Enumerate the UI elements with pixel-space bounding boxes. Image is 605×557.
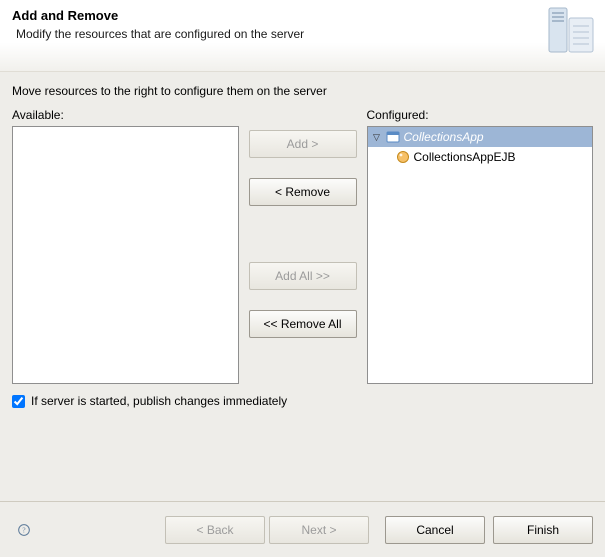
help-icon: ? [18,521,30,539]
dialog-content: Move resources to the right to configure… [0,72,605,420]
dialog-header: Add and Remove Modify the resources that… [0,0,605,72]
tree-item-child-label: CollectionsAppEJB [414,150,516,164]
ear-module-icon [386,130,400,144]
dialog-footer: ? < Back Next > Cancel Finish [0,501,605,557]
tree-item-root-label: CollectionsApp [404,130,484,144]
tree-item-child[interactable]: CollectionsAppEJB [368,147,593,167]
help-button[interactable]: ? [12,518,36,542]
dialog-subtitle: Modify the resources that are configured… [16,27,593,41]
configured-tree[interactable]: ▽ CollectionsApp [367,126,594,384]
publish-checkbox[interactable] [12,395,25,408]
instruction-text: Move resources to the right to configure… [12,84,593,98]
add-all-button[interactable]: Add All >> [249,262,357,290]
server-banner-icon [545,6,597,61]
svg-text:?: ? [22,525,25,534]
ejb-module-icon [396,150,410,164]
available-label: Available: [12,108,239,122]
publish-checkbox-label: If server is started, publish changes im… [31,394,287,408]
remove-button[interactable]: < Remove [249,178,357,206]
tree-item-root[interactable]: ▽ CollectionsApp [368,127,593,147]
available-list[interactable] [12,126,239,384]
remove-all-button[interactable]: << Remove All [249,310,357,338]
add-button[interactable]: Add > [249,130,357,158]
publish-checkbox-row[interactable]: If server is started, publish changes im… [12,394,593,408]
expander-icon[interactable]: ▽ [372,132,382,143]
next-button[interactable]: Next > [269,516,369,544]
finish-button[interactable]: Finish [493,516,593,544]
dialog-title: Add and Remove [12,8,593,23]
cancel-button[interactable]: Cancel [385,516,485,544]
configured-label: Configured: [367,108,594,122]
back-button[interactable]: < Back [165,516,265,544]
